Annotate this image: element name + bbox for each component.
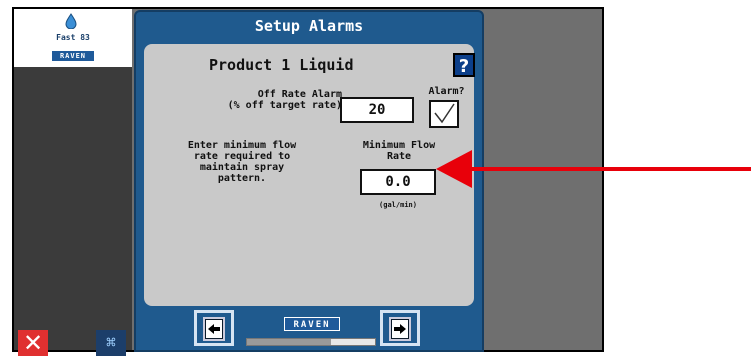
right-panel — [484, 9, 602, 350]
off-rate-alarm-label: Off Rate Alarm (% off target rate) — [227, 89, 342, 111]
close-icon: ✕ — [22, 329, 44, 357]
page-progress-bar — [246, 338, 376, 346]
raven-logo: RAVEN — [52, 51, 94, 61]
layout-diagram-button[interactable]: ⌘ — [96, 330, 126, 356]
alarm-label: Alarm? — [428, 86, 465, 97]
units-label: (gal/min) — [379, 201, 417, 209]
close-button[interactable]: ✕ — [18, 330, 48, 356]
next-page-button[interactable] — [380, 310, 420, 346]
help-button[interactable]: ? — [453, 53, 475, 77]
minimum-flow-label: Minimum Flow Rate — [362, 140, 436, 162]
instruction-text: Enter minimum flow rate required to main… — [187, 140, 297, 184]
app-logo-tile[interactable]: Fast 83 RAVEN — [14, 9, 132, 67]
help-icon: ? — [458, 56, 470, 77]
alarm-checkbox[interactable] — [429, 100, 459, 128]
raven-footer-logo: RAVEN — [284, 317, 340, 331]
setup-alarms-dialog: Setup Alarms Product 1 Liquid ? Off Rate… — [134, 10, 484, 352]
droplet-icon — [65, 13, 77, 29]
diagram-icon: ⌘ — [106, 333, 116, 352]
dialog-body: Product 1 Liquid ? Off Rate Alarm (% off… — [144, 44, 475, 306]
minimum-flow-input[interactable]: 0.0 — [360, 169, 436, 195]
previous-page-icon — [203, 317, 225, 341]
dialog-title: Setup Alarms — [254, 17, 364, 35]
page-progress-fill — [247, 339, 332, 345]
off-rate-input[interactable]: 20 — [340, 97, 414, 123]
next-page-icon — [389, 317, 411, 341]
checkmark-icon — [434, 103, 455, 124]
previous-page-button[interactable] — [194, 310, 234, 346]
product-title: Product 1 Liquid — [209, 56, 354, 74]
logo-label: Fast 83 — [56, 33, 90, 42]
